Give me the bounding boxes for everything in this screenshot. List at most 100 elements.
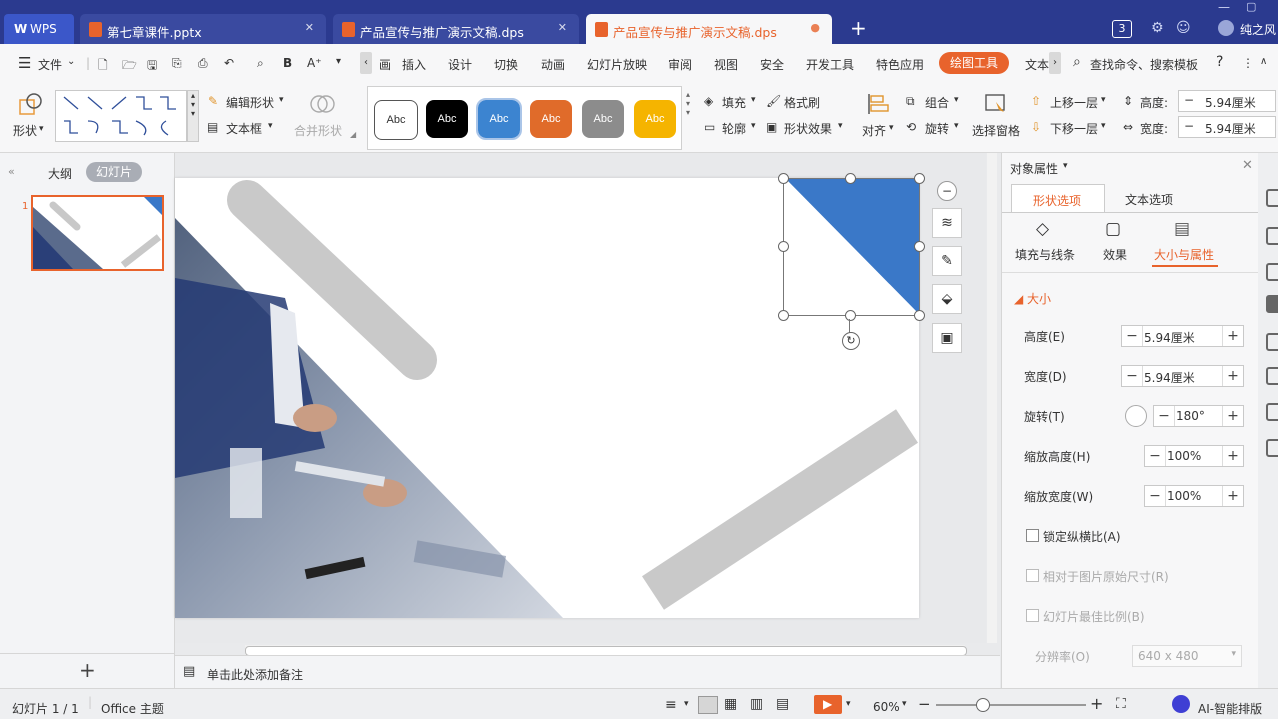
side-tool-icon[interactable] — [1266, 263, 1278, 281]
height-spinner[interactable]: −5.94厘米 + — [1121, 325, 1244, 347]
frame-icon[interactable]: ▣ — [932, 323, 962, 353]
gray-bar-bottom[interactable] — [642, 409, 918, 610]
chevron-down-icon[interactable]: ▾ — [1063, 161, 1068, 171]
format-painter-button[interactable]: 格式刷 — [784, 94, 820, 111]
rotate-icon[interactable]: ⟲ — [906, 120, 916, 134]
resize-handle[interactable] — [845, 173, 856, 184]
scale-width-spinner[interactable]: −100% + — [1144, 485, 1244, 507]
lock-ratio-label[interactable]: 锁定纵横比(A) — [1043, 528, 1121, 545]
unsaved-dot-icon[interactable]: ● — [810, 21, 820, 34]
style-yellow[interactable]: Abc — [634, 100, 676, 138]
tab-shape-options[interactable]: 形状选项 — [1011, 184, 1105, 213]
skin-icon[interactable]: ☺ — [1176, 20, 1191, 36]
resize-handle[interactable] — [778, 310, 789, 321]
normal-view-icon[interactable] — [698, 696, 718, 714]
maximize-icon[interactable]: ▢ — [1246, 0, 1256, 13]
minimize-icon[interactable]: — — [1218, 0, 1230, 14]
add-slide-button[interactable]: + — [79, 658, 96, 682]
edit-shape-icon[interactable]: ✎ — [208, 94, 218, 108]
panel-title[interactable]: 对象属性 — [1010, 160, 1058, 177]
merge-shape-button[interactable]: 合并形状 — [294, 122, 342, 139]
subtab-size-properties[interactable]: 大小与属性 — [1154, 246, 1214, 263]
resize-handle[interactable] — [914, 310, 925, 321]
zoom-slider-thumb[interactable] — [976, 698, 990, 712]
send-backward-button[interactable]: 下移一层 — [1050, 120, 1098, 137]
chevron-down-icon[interactable]: ▾ — [751, 121, 756, 131]
gallery-scroll[interactable]: ▴ ▾ ▾ — [187, 90, 199, 142]
resize-handle[interactable] — [778, 241, 789, 252]
collapse-float-icon[interactable]: − — [937, 181, 957, 201]
height-input[interactable]: − 5.94厘米 — [1178, 90, 1276, 112]
print-icon[interactable]: ⎙ — [198, 56, 208, 71]
chevron-down-icon[interactable]: ▾ — [268, 121, 273, 131]
chevron-down-icon[interactable]: ▾ — [279, 95, 284, 105]
rotation-dial[interactable] — [1125, 405, 1147, 427]
shape-button[interactable]: 形状 — [13, 122, 37, 139]
menu-transition[interactable]: 切换 — [494, 56, 518, 73]
doc-tab-3-active[interactable]: 产品宣传与推广演示文稿.dps ● — [586, 14, 832, 44]
fill-icon[interactable]: ◈ — [704, 94, 713, 108]
side-tool-icon[interactable] — [1266, 295, 1278, 313]
relative-original-checkbox[interactable] — [1026, 569, 1039, 582]
fill-line-icon[interactable]: ◇ — [1036, 219, 1049, 239]
export-icon[interactable]: ⎘ — [172, 56, 182, 71]
selection-box[interactable] — [783, 178, 920, 316]
shape-effects-button[interactable]: 形状效果 — [784, 120, 832, 137]
command-search[interactable]: 查找命令、搜索模板 — [1090, 56, 1198, 73]
width-spinner[interactable]: −5.94厘米 + — [1121, 365, 1244, 387]
tab-text-options[interactable]: 文本选项 — [1125, 191, 1173, 208]
zoom-slider[interactable] — [936, 704, 1086, 706]
search-icon[interactable]: ⌕ — [1073, 54, 1081, 70]
expand-icon[interactable]: ◢ — [350, 130, 356, 139]
hamburger-icon[interactable]: ☰ — [18, 54, 31, 72]
style-orange[interactable]: Abc — [530, 100, 572, 138]
scale-height-spinner[interactable]: −100% + — [1144, 445, 1244, 467]
menu-text-tools[interactable]: 文本 — [1025, 56, 1049, 73]
more-icon[interactable]: ▾ — [336, 56, 341, 67]
chevron-down-icon[interactable]: ▾ — [838, 121, 843, 131]
menu-features[interactable]: 特色应用 — [876, 56, 924, 73]
chevron-down-icon[interactable]: ▾ — [1101, 95, 1106, 105]
resolution-select[interactable]: 640 x 480 ▾ — [1132, 645, 1242, 667]
ai-layout-button[interactable]: AI-智能排版 — [1198, 700, 1262, 717]
theme-name[interactable]: Office 主题 — [101, 700, 164, 717]
menu-start-truncated[interactable]: 画 — [379, 56, 391, 73]
menu-file[interactable]: 文件 — [38, 56, 62, 73]
decrement-icon[interactable]: − — [1184, 93, 1194, 107]
close-tab-icon[interactable]: ✕ — [558, 21, 567, 34]
resize-handle[interactable] — [778, 173, 789, 184]
side-tool-icon[interactable] — [1266, 189, 1278, 207]
lock-ratio-checkbox[interactable] — [1026, 529, 1039, 542]
presenter-view-icon[interactable]: ▤ — [776, 696, 789, 712]
slide-thumbnail[interactable] — [31, 195, 164, 271]
collapse-panel-icon[interactable]: « — [8, 165, 15, 178]
chevron-down-icon[interactable]: ▾ — [902, 699, 907, 709]
scroll-left-button[interactable]: ‹ — [360, 52, 372, 74]
more-menu-icon[interactable]: ⋮ — [1242, 56, 1254, 70]
help-icon[interactable]: ? — [1216, 54, 1223, 70]
menu-review[interactable]: 审阅 — [668, 56, 692, 73]
chevron-down-icon[interactable]: ⌄ — [67, 56, 75, 67]
resize-handle[interactable] — [914, 173, 925, 184]
shape-icon[interactable] — [18, 92, 44, 116]
side-tool-icon[interactable] — [1266, 227, 1278, 245]
resize-handle[interactable] — [914, 241, 925, 252]
font-size-icon[interactable]: A⁺ — [307, 56, 322, 70]
chevron-down-icon[interactable]: ▾ — [1101, 121, 1106, 131]
reading-view-icon[interactable]: ▥ — [750, 696, 763, 712]
avatar[interactable] — [1218, 20, 1234, 36]
style-white[interactable]: Abc — [374, 100, 418, 140]
menu-security[interactable]: 安全 — [760, 56, 784, 73]
group-button[interactable]: 组合 — [925, 94, 949, 111]
new-tab-button[interactable]: + — [850, 16, 867, 40]
style-gray[interactable]: Abc — [582, 100, 624, 138]
menu-developer[interactable]: 开发工具 — [806, 56, 854, 73]
side-tool-icon[interactable] — [1266, 403, 1278, 421]
fill-button[interactable]: 填充 — [722, 94, 746, 111]
save-icon[interactable]: 🖫 — [147, 56, 157, 77]
line-shape-gallery[interactable] — [55, 90, 187, 142]
size-props-icon[interactable]: ▤ — [1174, 219, 1190, 239]
bring-forward-button[interactable]: 上移一层 — [1050, 94, 1098, 111]
subtab-fill-line[interactable]: 填充与线条 — [1015, 246, 1075, 263]
format-painter-icon[interactable]: 🖌 — [766, 94, 781, 108]
